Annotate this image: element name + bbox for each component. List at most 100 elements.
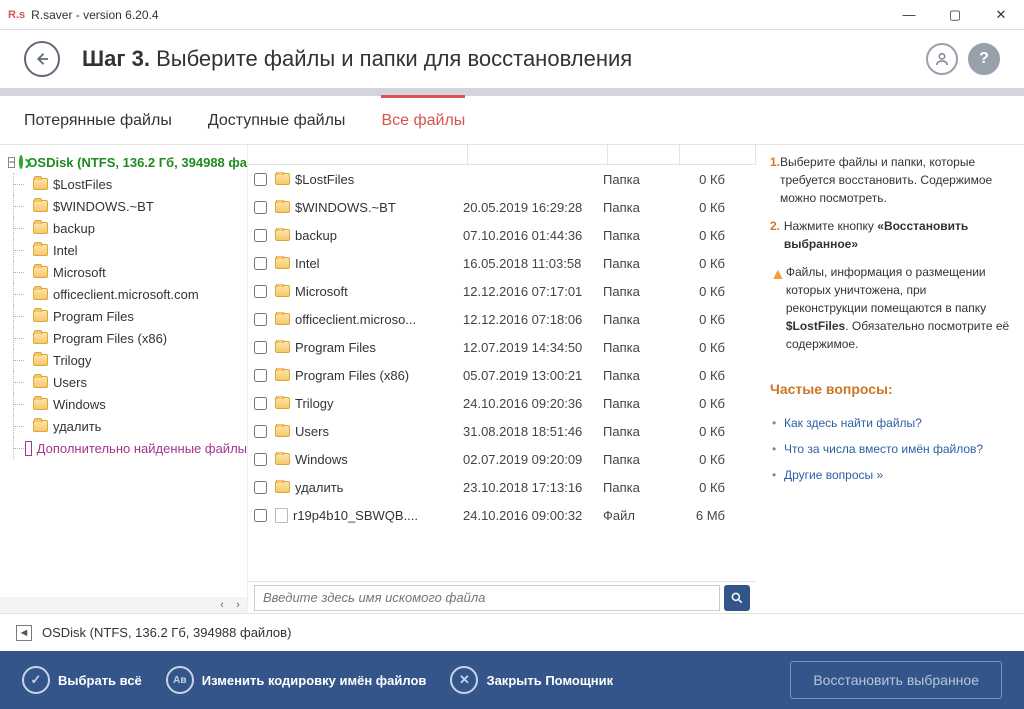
step1-text: Выберите файлы и папки, которые требуетс… (780, 153, 1010, 207)
folder-icon (275, 201, 290, 213)
tab-available-files[interactable]: Доступные файлы (208, 112, 346, 144)
tree-item[interactable]: удалить (8, 415, 247, 437)
tree-item[interactable]: $LostFiles (8, 173, 247, 195)
help-button[interactable]: ? (968, 43, 1000, 75)
file-size: 6 Мб (675, 508, 731, 523)
file-checkbox[interactable] (254, 173, 267, 186)
tree-item-label: $LostFiles (53, 177, 112, 192)
file-checkbox[interactable] (254, 257, 267, 270)
tree-scrollbar[interactable]: ‹ › (0, 597, 247, 613)
tree-item[interactable]: Users (8, 371, 247, 393)
file-row[interactable]: r19p4b10_SBWQB....24.10.2016 09:00:32Фай… (248, 501, 756, 529)
search-input[interactable] (254, 585, 720, 611)
folder-icon (33, 398, 48, 410)
tree-item[interactable]: backup (8, 217, 247, 239)
close-button[interactable]: ✕ (978, 0, 1024, 30)
tree-item-label: Microsoft (53, 265, 106, 280)
tree-root[interactable]: − OSDisk (NTFS, 136.2 Гб, 394988 фа (8, 151, 247, 173)
folder-icon (275, 425, 290, 437)
file-checkbox[interactable] (254, 341, 267, 354)
file-size: 0 Кб (675, 396, 731, 411)
folder-tree[interactable]: − OSDisk (NTFS, 136.2 Гб, 394988 фа $Los… (0, 145, 248, 613)
file-date: 12.12.2016 07:17:01 (463, 284, 603, 299)
user-button[interactable] (926, 43, 958, 75)
file-checkbox[interactable] (254, 369, 267, 382)
file-row[interactable]: Trilogy24.10.2016 09:20:36Папка0 Кб (248, 389, 756, 417)
tab-all-files[interactable]: Все файлы (381, 112, 465, 144)
tree-item[interactable]: Program Files (x86) (8, 327, 247, 349)
minimize-button[interactable]: — (886, 0, 932, 30)
file-name: $WINDOWS.~BT (295, 200, 396, 215)
folder-icon (275, 285, 290, 297)
file-name: Users (295, 424, 329, 439)
file-panel: $LostFilesПапка0 Кб$WINDOWS.~BT20.05.201… (248, 145, 756, 613)
file-row[interactable]: Intel16.05.2018 11:03:58Папка0 Кб (248, 249, 756, 277)
faq-link-other[interactable]: Другие вопросы » (770, 462, 1010, 488)
tree-extra-found[interactable]: Дополнительно найденные файлы (8, 437, 247, 459)
file-row[interactable]: officeclient.microso...12.12.2016 07:18:… (248, 305, 756, 333)
folder-icon (275, 313, 290, 325)
file-date: 23.10.2018 17:13:16 (463, 480, 603, 495)
tree-item[interactable]: Microsoft (8, 261, 247, 283)
faq-link-find-files[interactable]: Как здесь найти файлы? (770, 410, 1010, 436)
file-list[interactable]: $LostFilesПапка0 Кб$WINDOWS.~BT20.05.201… (248, 165, 756, 581)
tree-extra-label: Дополнительно найденные файлы (37, 441, 247, 456)
tree-item[interactable]: Program Files (8, 305, 247, 327)
tree-item[interactable]: Trilogy (8, 349, 247, 371)
file-row[interactable]: Windows02.07.2019 09:20:09Папка0 Кб (248, 445, 756, 473)
file-date: 24.10.2016 09:20:36 (463, 396, 603, 411)
file-checkbox[interactable] (254, 201, 267, 214)
file-row[interactable]: backup07.10.2016 01:44:36Папка0 Кб (248, 221, 756, 249)
file-row[interactable]: $LostFilesПапка0 Кб (248, 165, 756, 193)
file-row[interactable]: удалить23.10.2018 17:13:16Папка0 Кб (248, 473, 756, 501)
faq-link-numbers[interactable]: Что за числа вместо имён файлов? (770, 436, 1010, 462)
file-checkbox[interactable] (254, 313, 267, 326)
file-date: 12.12.2016 07:18:06 (463, 312, 603, 327)
file-size: 0 Кб (675, 256, 731, 271)
collapse-icon[interactable]: − (8, 157, 15, 168)
file-size: 0 Кб (675, 228, 731, 243)
file-checkbox[interactable] (254, 481, 267, 494)
file-date: 24.10.2016 09:00:32 (463, 508, 603, 523)
tab-lost-files[interactable]: Потерянные файлы (24, 112, 172, 144)
folder-icon (33, 288, 48, 300)
folder-icon (33, 332, 48, 344)
faq-heading: Частые вопросы: (770, 379, 1010, 400)
tree-item-label: Trilogy (53, 353, 92, 368)
close-helper-button[interactable]: ✕ Закрыть Помощник (450, 666, 613, 694)
file-row[interactable]: Program Files (x86)05.07.2019 13:00:21Па… (248, 361, 756, 389)
file-row[interactable]: Microsoft12.12.2016 07:17:01Папка0 Кб (248, 277, 756, 305)
file-checkbox[interactable] (254, 425, 267, 438)
tree-item[interactable]: officeclient.microsoft.com (8, 283, 247, 305)
recover-button[interactable]: Восстановить выбранное (790, 661, 1002, 699)
file-checkbox[interactable] (254, 229, 267, 242)
file-row[interactable]: Program Files12.07.2019 14:34:50Папка0 К… (248, 333, 756, 361)
tree-item[interactable]: Windows (8, 393, 247, 415)
table-header (248, 145, 756, 165)
file-checkbox[interactable] (254, 453, 267, 466)
file-name: Intel (295, 256, 320, 271)
tree-item-label: Program Files (53, 309, 134, 324)
file-checkbox[interactable] (254, 509, 267, 522)
scroll-left-icon[interactable]: ‹ (215, 598, 229, 612)
step-text: Выберите файлы и папки для восстановлени… (156, 46, 632, 71)
file-checkbox[interactable] (254, 285, 267, 298)
tree-item[interactable]: $WINDOWS.~BT (8, 195, 247, 217)
breadcrumb-back-icon[interactable]: ◄ (16, 625, 32, 641)
file-row[interactable]: Users31.08.2018 18:51:46Папка0 Кб (248, 417, 756, 445)
file-type: Папка (603, 312, 675, 327)
file-row[interactable]: $WINDOWS.~BT20.05.2019 16:29:28Папка0 Кб (248, 193, 756, 221)
tree-item[interactable]: Intel (8, 239, 247, 261)
breadcrumb-text: OSDisk (NTFS, 136.2 Гб, 394988 файлов) (42, 625, 291, 640)
select-all-button[interactable]: ✓ Выбрать всё (22, 666, 142, 694)
file-checkbox[interactable] (254, 397, 267, 410)
scroll-right-icon[interactable]: › (231, 598, 245, 612)
page-title: Шаг 3. Выберите файлы и папки для восста… (82, 46, 632, 72)
tree-item-label: Intel (53, 243, 78, 258)
step-prefix: Шаг 3. (82, 46, 150, 71)
back-button[interactable] (24, 41, 60, 77)
change-encoding-button[interactable]: Ав Изменить кодировку имён файлов (166, 666, 427, 694)
maximize-button[interactable]: ▢ (932, 0, 978, 30)
file-name: Program Files (295, 340, 376, 355)
search-button[interactable] (724, 585, 750, 611)
